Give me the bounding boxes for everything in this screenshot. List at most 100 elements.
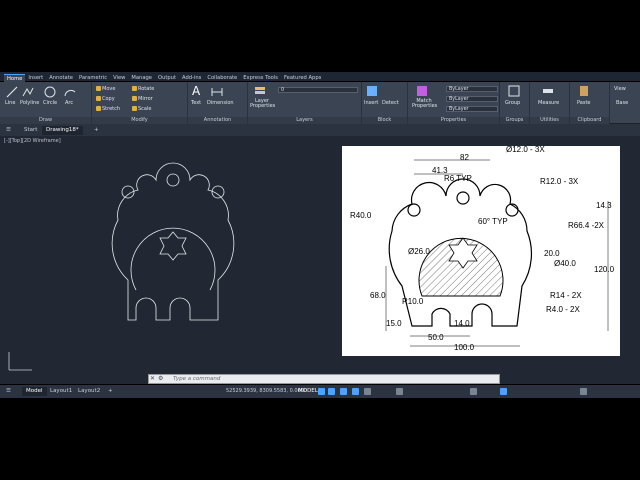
annotation-scale-icon[interactable] (396, 388, 403, 395)
layer-dropdown[interactable]: 0 (278, 87, 358, 93)
linetype-dropdown[interactable]: ByLayer (446, 96, 498, 102)
dim-7: 60° TYP (478, 217, 508, 226)
dimension-icon[interactable] (211, 86, 223, 98)
tab-layout2[interactable]: Layout2 (74, 387, 104, 396)
isolate-icon[interactable] (500, 388, 507, 395)
modify-panel-title[interactable]: Modify (92, 117, 187, 124)
model-space-button[interactable]: MODEL (298, 388, 318, 394)
tab-insert[interactable]: Insert (25, 74, 46, 82)
add-layout-icon[interactable]: + (104, 387, 117, 396)
close-cmd-icon[interactable]: ✕ (150, 375, 155, 382)
rotate-button[interactable]: Rotate (132, 86, 154, 92)
properties-panel-title[interactable]: Properties (408, 117, 499, 124)
tab-addins[interactable]: Add-ins (179, 74, 204, 82)
dim-12: Ø40.0 (554, 259, 576, 268)
dim-18: 15.0 (386, 319, 402, 328)
match-properties-icon[interactable] (416, 85, 428, 97)
tab-annotate[interactable]: Annotate (46, 74, 76, 82)
dim-19: 14.0 (454, 319, 470, 328)
command-input[interactable]: Type a command (148, 374, 500, 384)
osnap-icon[interactable] (364, 388, 371, 395)
app-menu-icon[interactable]: ☰ (2, 126, 15, 135)
tab-model[interactable]: Model (22, 387, 47, 396)
ortho-icon[interactable] (340, 388, 347, 395)
dim-10: Ø26.0 (408, 247, 430, 256)
copy-label: Copy (102, 96, 115, 102)
dim-9: 14.3 (596, 201, 612, 210)
utilities-panel-title[interactable]: Utilities (530, 117, 569, 124)
circle-button[interactable]: Circle (43, 100, 57, 106)
dim-4: R6 TYP (444, 174, 472, 183)
view-panel: View Base (610, 82, 640, 124)
scale-label: Scale (138, 106, 152, 112)
annotation-panel-title[interactable]: Annotation (188, 117, 247, 124)
tab-featured-apps[interactable]: Featured Apps (281, 74, 324, 82)
insert-icon[interactable] (366, 85, 378, 97)
block-panel-title[interactable]: Block (362, 117, 407, 124)
group-button[interactable]: Group (505, 100, 520, 106)
dimension-button[interactable]: Dimension (207, 100, 234, 106)
measure-button[interactable]: Measure (538, 100, 559, 106)
customization-icon[interactable] (580, 388, 587, 395)
clipboard-panel-title[interactable]: Clipboard (570, 117, 609, 124)
draw-panel-title[interactable]: Draw (0, 117, 91, 124)
stretch-button[interactable]: Stretch (96, 106, 120, 112)
rotate-icon (132, 86, 137, 91)
ucs-icon (8, 352, 32, 371)
lineweight-dropdown[interactable]: ByLayer (446, 106, 498, 112)
polar-icon[interactable] (352, 388, 359, 395)
groups-panel-title[interactable]: Groups (500, 117, 529, 124)
layout-menu-icon[interactable]: ☰ (2, 387, 15, 396)
tab-output[interactable]: Output (155, 74, 179, 82)
measure-icon[interactable] (542, 85, 554, 97)
workspace-icon[interactable] (470, 388, 477, 395)
tab-layout1[interactable]: Layout1 (46, 387, 76, 396)
dim-6: R40.0 (350, 211, 372, 220)
arc-button[interactable]: Arc (65, 100, 73, 106)
dim-2: 82 (460, 153, 469, 162)
tab-parametric[interactable]: Parametric (76, 74, 110, 82)
tab-drawing[interactable]: Drawing18* (42, 126, 83, 135)
base-button[interactable]: Base (616, 100, 628, 106)
tab-express-tools[interactable]: Express Tools (240, 74, 281, 82)
insert-button[interactable]: Insert (364, 100, 378, 106)
arc-icon[interactable] (64, 86, 76, 98)
layers-panel-title[interactable]: Layers (248, 117, 361, 124)
snap-icon[interactable] (328, 388, 335, 395)
line-button[interactable]: Line (5, 100, 15, 106)
polyline-button[interactable]: Polyline (20, 100, 39, 106)
tab-start[interactable]: Start (20, 126, 41, 135)
text-icon[interactable]: A (192, 85, 204, 97)
layer-properties-button[interactable]: Layer Properties (250, 99, 275, 109)
color-dropdown[interactable]: ByLayer (446, 86, 498, 92)
view-button[interactable]: View (614, 86, 626, 92)
paste-icon[interactable] (578, 85, 590, 97)
line-icon[interactable] (6, 86, 18, 98)
polyline-icon[interactable] (22, 86, 34, 98)
tab-view[interactable]: View (110, 74, 128, 82)
mirror-label: Mirror (138, 96, 153, 102)
viewport-controls[interactable]: [-][Top][2D Wireframe] (4, 138, 61, 144)
mirror-button[interactable]: Mirror (132, 96, 153, 102)
group-icon[interactable] (508, 85, 520, 97)
modify-panel: Move Rotate Copy Mirror Stretch Scale Mo… (92, 82, 188, 124)
text-button[interactable]: Text (191, 100, 201, 106)
tab-home[interactable]: Home (4, 74, 26, 82)
circle-icon[interactable] (44, 86, 56, 98)
scale-button[interactable]: Scale (132, 106, 151, 112)
copy-button[interactable]: Copy (96, 96, 115, 102)
move-button[interactable]: Move (96, 86, 115, 92)
wrench-icon[interactable]: ⚙ (158, 375, 163, 382)
tab-manage[interactable]: Manage (128, 74, 155, 82)
dim-21: 100.0 (454, 343, 475, 352)
tab-collaborate[interactable]: Collaborate (204, 74, 240, 82)
block-panel: Insert Detect Block (362, 82, 408, 124)
scale-icon (132, 106, 137, 111)
grid-icon[interactable] (318, 388, 325, 395)
detect-button[interactable]: Detect (382, 100, 399, 106)
layer-stack-icon[interactable] (254, 85, 266, 97)
dim-17: R4.0 - 2X (546, 305, 580, 314)
match-properties-button[interactable]: Match Properties (412, 99, 437, 109)
new-tab-icon[interactable]: + (90, 126, 103, 135)
paste-button[interactable]: Paste (577, 100, 591, 106)
